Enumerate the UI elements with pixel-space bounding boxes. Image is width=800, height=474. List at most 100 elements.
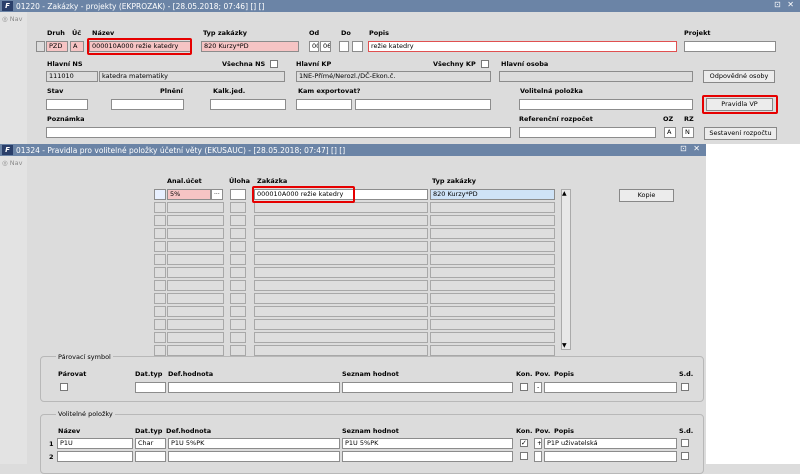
v-pov-field[interactable] [534, 451, 542, 462]
grid-cell[interactable] [254, 293, 428, 304]
grid-cell[interactable] [430, 215, 555, 226]
row1-typ-zakazky[interactable]: 820 Kurzy*PD [430, 189, 555, 200]
v-popis-field[interactable] [544, 451, 677, 462]
v-popis-field[interactable]: P1P uživatelská [544, 438, 677, 449]
parovaci-popis[interactable] [544, 382, 677, 393]
v-seznam-hodnot-field[interactable]: P1U 5%PK [342, 438, 513, 449]
parovaci-def-hodnota[interactable] [168, 382, 340, 393]
grid-cell[interactable] [254, 241, 428, 252]
row1-ellipsis-button[interactable]: ... [211, 189, 223, 200]
grid-cell[interactable] [154, 332, 166, 343]
odpovedne-osoby-button[interactable]: Odpovědné osoby [703, 70, 775, 83]
grid-scrollbar[interactable] [561, 189, 571, 350]
grid-cell[interactable] [154, 306, 166, 317]
parovat-checkbox[interactable] [60, 383, 68, 391]
kam-exportovat-detail-field[interactable] [355, 99, 491, 110]
v-dattyp-field[interactable]: Char [135, 438, 166, 449]
parovaci-kon-checkbox[interactable] [520, 383, 528, 391]
v-kon-checkbox[interactable] [520, 452, 528, 460]
kam-exportovat-field[interactable] [296, 99, 352, 110]
grid-cell[interactable] [430, 319, 555, 330]
do-field[interactable] [339, 41, 349, 52]
grid-cell[interactable] [167, 228, 224, 239]
grid-cell[interactable] [167, 280, 224, 291]
popis-field[interactable]: režie katedry [368, 41, 677, 52]
window2-controls[interactable]: ⊡ ✕ [680, 144, 702, 153]
grid-cell[interactable] [154, 228, 166, 239]
grid-cell[interactable] [154, 293, 166, 304]
stav-field[interactable] [46, 99, 88, 110]
row1-anal-ucet[interactable]: 5% [167, 189, 211, 200]
parovaci-sd-checkbox[interactable] [681, 383, 689, 391]
od-field[interactable]: 00 [309, 41, 319, 52]
scroll-down-icon[interactable]: ▼ [562, 342, 567, 349]
parovaci-seznam-hodnot[interactable] [342, 382, 513, 393]
grid-cell[interactable] [167, 215, 224, 226]
grid-cell[interactable] [167, 293, 224, 304]
v-seznam-hodnot-field[interactable] [342, 451, 513, 462]
grid-cell[interactable] [154, 241, 166, 252]
typ-zakazky-field[interactable]: 820 Kurzy*PD [201, 41, 299, 52]
hlavni-ns-field[interactable]: 111010 [46, 71, 98, 82]
sestaveni-rozpoctu-button[interactable]: Sestavení rozpočtu [704, 127, 777, 140]
v-pov-field[interactable]: + [534, 438, 542, 449]
grid-cell[interactable] [230, 280, 246, 291]
row1-uloha[interactable] [230, 189, 246, 200]
grid-cell[interactable] [167, 267, 224, 278]
parovaci-dattyp[interactable] [135, 382, 166, 393]
grid-cell[interactable] [154, 202, 166, 213]
grid-cell[interactable] [154, 280, 166, 291]
row1-zakazka[interactable]: 000010A000 režie katedry [254, 189, 428, 200]
v-nazev-field[interactable] [57, 451, 133, 462]
grid-cell[interactable] [230, 267, 246, 278]
grid-cell[interactable] [154, 345, 166, 356]
do2-field[interactable] [352, 41, 363, 52]
grid-cell[interactable] [167, 319, 224, 330]
grid-cell[interactable] [254, 319, 428, 330]
grid-cell[interactable] [154, 254, 166, 265]
kopie-button[interactable]: Kopie [619, 189, 674, 202]
grid-cell[interactable] [254, 267, 428, 278]
scroll-up-icon[interactable]: ▲ [562, 190, 567, 197]
poznamka-field[interactable] [46, 127, 511, 138]
grid-cell[interactable] [254, 280, 428, 291]
vsechna-ns-checkbox[interactable] [270, 60, 278, 68]
grid-cell[interactable] [254, 254, 428, 265]
referencni-rozpocet-field[interactable] [519, 127, 656, 138]
hlavni-kp-field[interactable]: 1NE-Přímé/Nerozl./DČ-Ekon.č. [296, 71, 491, 82]
row1-marker[interactable] [154, 189, 166, 200]
kalk-jed-field[interactable] [210, 99, 286, 110]
grid-cell[interactable] [230, 293, 246, 304]
grid-cell[interactable] [167, 202, 224, 213]
grid-cell[interactable] [154, 267, 166, 278]
grid-cell[interactable] [254, 345, 428, 356]
grid-cell[interactable] [230, 345, 246, 356]
grid-cell[interactable] [167, 254, 224, 265]
uc-field[interactable]: A [70, 41, 84, 52]
grid-cell[interactable] [167, 332, 224, 343]
parovaci-pov[interactable]: - [534, 382, 542, 393]
grid-cell[interactable] [430, 202, 555, 213]
nazev-field[interactable]: 000010A000 režie katedry [89, 41, 191, 52]
projekt-field[interactable] [684, 41, 776, 52]
grid-cell[interactable] [254, 332, 428, 343]
grid-cell[interactable] [154, 215, 166, 226]
grid-cell[interactable] [254, 306, 428, 317]
grid-cell[interactable] [167, 345, 224, 356]
grid-cell[interactable] [430, 228, 555, 239]
v-def-hodnota-field[interactable] [168, 451, 340, 462]
hlavni-osoba-field[interactable] [499, 71, 693, 82]
grid-cell[interactable] [230, 319, 246, 330]
grid-cell[interactable] [430, 332, 555, 343]
druh-field[interactable]: PZD [46, 41, 68, 52]
grid-cell[interactable] [230, 202, 246, 213]
grid-cell[interactable] [230, 306, 246, 317]
od2-field[interactable]: 06 [320, 41, 331, 52]
v-sd-checkbox[interactable] [681, 452, 689, 460]
v-def-hodnota-field[interactable]: P1U 5%PK [168, 438, 340, 449]
grid-cell[interactable] [430, 293, 555, 304]
grid-cell[interactable] [254, 202, 428, 213]
grid-cell[interactable] [430, 254, 555, 265]
volitelna-polozka-field[interactable] [519, 99, 693, 110]
window2-nav[interactable]: ◎ Nav [0, 156, 27, 464]
